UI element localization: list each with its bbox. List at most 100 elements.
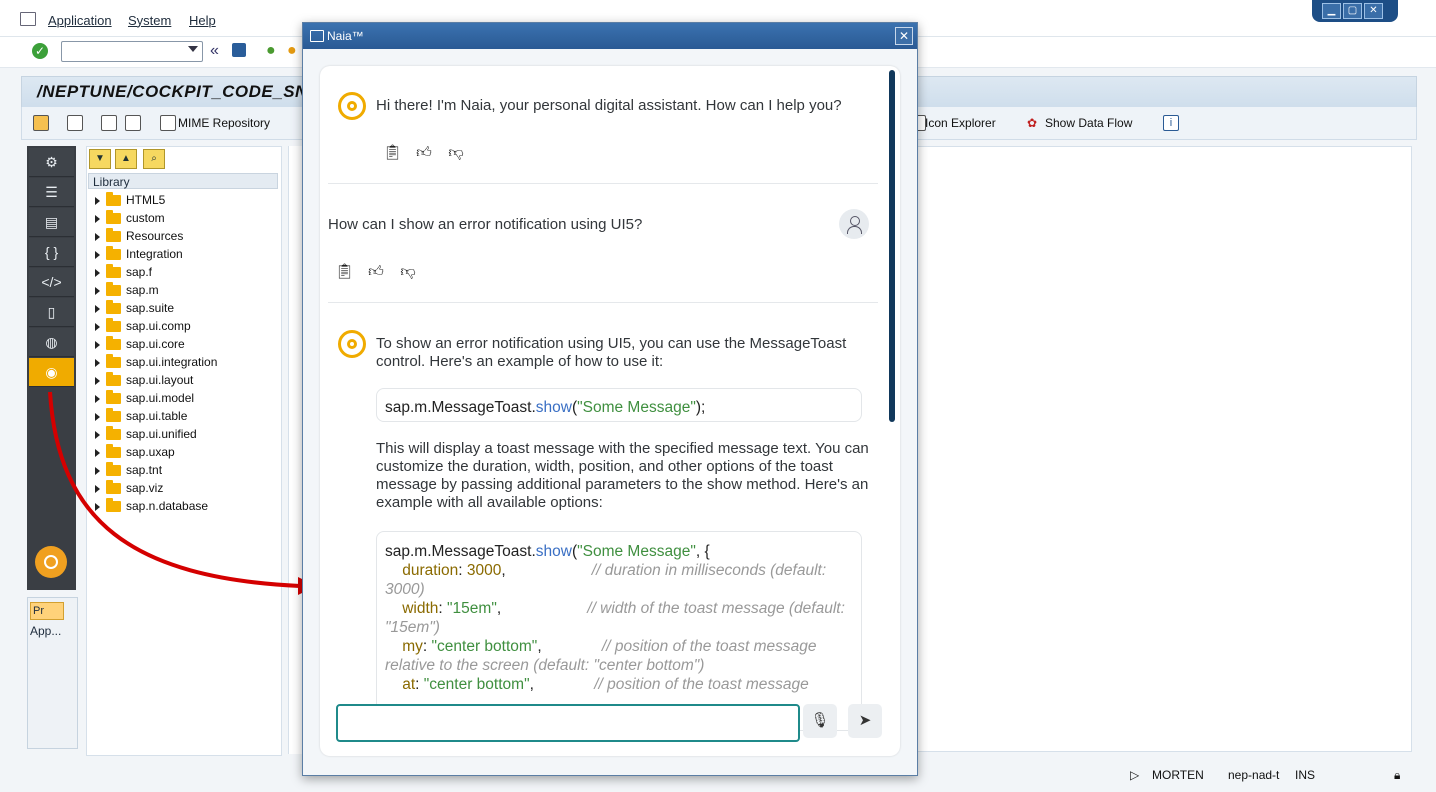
expand-arrow-icon[interactable] — [95, 466, 100, 475]
assistant-message: Hi there! I'm Naia, your personal digita… — [376, 97, 842, 114]
thumbs-up-icon[interactable]: 👍︎ — [415, 144, 433, 162]
copy-icon[interactable]: 📋︎ — [335, 263, 354, 281]
thumbs-down-icon[interactable]: 👎︎ — [399, 263, 417, 281]
naia-tab-icon[interactable]: ◉ — [29, 358, 74, 387]
tree-item-label: sap.ui.integration — [126, 355, 218, 369]
mime-icon[interactable] — [160, 115, 176, 131]
tree-item[interactable]: Resources — [95, 227, 183, 245]
menu-help[interactable]: Help — [189, 13, 216, 28]
tree-item[interactable]: sap.ui.core — [95, 335, 185, 353]
assistant-message: To show an error notification using UI5,… — [376, 335, 847, 370]
expand-arrow-icon[interactable] — [95, 232, 100, 241]
list-icon[interactable]: ☰ — [29, 178, 74, 207]
braces-icon[interactable]: { } — [29, 238, 74, 267]
code-text: "center bottom" — [431, 638, 538, 655]
app-tab[interactable]: App... — [30, 624, 61, 638]
find-icon[interactable]: ⌕ — [143, 149, 165, 169]
expand-arrow-icon[interactable] — [95, 412, 100, 421]
tree-item[interactable]: HTML5 — [95, 191, 165, 209]
expand-arrow-icon[interactable] — [95, 196, 100, 205]
expand-arrow-icon[interactable] — [95, 250, 100, 259]
tree-item[interactable]: sap.ui.model — [95, 389, 194, 407]
page-icon[interactable]: ▯ — [29, 298, 74, 327]
expand-arrow-icon[interactable] — [95, 394, 100, 403]
folder-icon — [106, 462, 121, 477]
thumbs-up-icon[interactable]: 👍︎ — [367, 263, 385, 281]
lock-icon[interactable]: 🔒︎ — [1394, 768, 1400, 783]
status-play-icon[interactable]: ▷ — [1130, 768, 1139, 782]
dialog-title: Naia™ — [327, 29, 364, 43]
divider — [328, 302, 878, 303]
naia-launcher-icon[interactable] — [35, 546, 67, 578]
send-button[interactable]: ➤ — [848, 704, 882, 738]
icon-explorer-button[interactable]: Icon Explorer — [925, 116, 996, 130]
document-code-icon[interactable]: ▤ — [29, 208, 74, 237]
minimize-icon[interactable]: ▁ — [1322, 3, 1341, 19]
tree-item[interactable]: sap.ui.comp — [95, 317, 191, 335]
pr-tab[interactable]: Pr — [30, 602, 64, 620]
expand-arrow-icon[interactable] — [95, 430, 100, 439]
expand-arrow-icon[interactable] — [95, 358, 100, 367]
tree-item[interactable]: sap.suite — [95, 299, 174, 317]
code-text: show — [535, 543, 572, 560]
expand-arrow-icon[interactable] — [95, 376, 100, 385]
code-block: sap.m.MessageToast.show("Some Message", … — [376, 531, 862, 731]
dialog-title-bar[interactable]: Naia™ ✕ — [303, 23, 917, 49]
menu-application[interactable]: Application — [48, 13, 112, 28]
menu-icon[interactable] — [20, 12, 36, 26]
close-window-icon[interactable]: ✕ — [1364, 3, 1383, 19]
tree-item-label: Integration — [126, 247, 183, 261]
code-text: duration — [402, 562, 459, 579]
expand-arrow-icon[interactable] — [95, 286, 100, 295]
tree-item[interactable]: sap.ui.layout — [95, 371, 193, 389]
close-icon[interactable]: ✕ — [895, 27, 913, 45]
tree-item[interactable]: sap.ui.unified — [95, 425, 197, 443]
expand-arrow-icon[interactable] — [95, 304, 100, 313]
settings-tool-icon[interactable] — [67, 115, 83, 131]
tree-item[interactable]: sap.ui.table — [95, 407, 187, 425]
expand-arrow-icon[interactable] — [95, 448, 100, 457]
tree-item-label: HTML5 — [126, 193, 166, 207]
expand-arrow-icon[interactable] — [95, 502, 100, 511]
display-change-icon[interactable] — [33, 115, 49, 131]
expand-arrow-icon[interactable] — [95, 484, 100, 493]
expand-arrow-icon[interactable] — [95, 322, 100, 331]
gear-icon[interactable]: ⚙ — [29, 148, 74, 177]
tree-item[interactable]: sap.n.database — [95, 497, 208, 515]
tree-item[interactable]: Integration — [95, 245, 183, 263]
expand-arrow-icon[interactable] — [95, 268, 100, 277]
chevron-down-icon[interactable] — [188, 46, 198, 52]
hierarchy-icon[interactable] — [101, 115, 117, 131]
globe-icon[interactable]: ◍ — [29, 328, 74, 357]
magic-wand-icon[interactable] — [125, 115, 141, 131]
tree-item[interactable]: sap.m — [95, 281, 159, 299]
data-flow-icon[interactable]: ✿ — [1027, 116, 1037, 130]
tree-item[interactable]: sap.uxap — [95, 443, 175, 461]
tree-item[interactable]: sap.tnt — [95, 461, 162, 479]
back-icon[interactable]: ● — [266, 42, 276, 60]
code-tag-icon[interactable]: </> — [29, 268, 74, 297]
expand-all-icon[interactable]: ▼ — [89, 149, 111, 169]
command-field[interactable] — [61, 41, 203, 62]
collapse-all-icon[interactable]: ▲ — [115, 149, 137, 169]
enter-icon[interactable]: ✓ — [32, 43, 48, 59]
expand-arrow-icon[interactable] — [95, 214, 100, 223]
expand-arrow-icon[interactable] — [95, 340, 100, 349]
microphone-button[interactable]: 🎙︎ — [803, 704, 837, 738]
chat-input[interactable] — [336, 704, 800, 742]
chat-scrollbar[interactable] — [889, 70, 895, 422]
exit-icon[interactable]: ● — [287, 42, 297, 60]
menu-system[interactable]: System — [128, 13, 171, 28]
tree-item[interactable]: sap.viz — [95, 479, 163, 497]
save-icon[interactable] — [232, 43, 246, 57]
tree-item[interactable]: sap.f — [95, 263, 152, 281]
info-icon[interactable]: i — [1163, 115, 1179, 131]
tree-item[interactable]: sap.ui.integration — [95, 353, 217, 371]
mime-repository-button[interactable]: MIME Repository — [178, 116, 270, 130]
show-data-flow-button[interactable]: Show Data Flow — [1045, 116, 1132, 130]
thumbs-down-icon[interactable]: 👎︎ — [447, 144, 465, 162]
tree-item[interactable]: custom — [95, 209, 165, 227]
copy-icon[interactable]: 📋︎ — [383, 144, 402, 162]
maximize-icon[interactable]: ▢ — [1343, 3, 1362, 19]
back-arrows-icon[interactable]: « — [210, 42, 219, 60]
